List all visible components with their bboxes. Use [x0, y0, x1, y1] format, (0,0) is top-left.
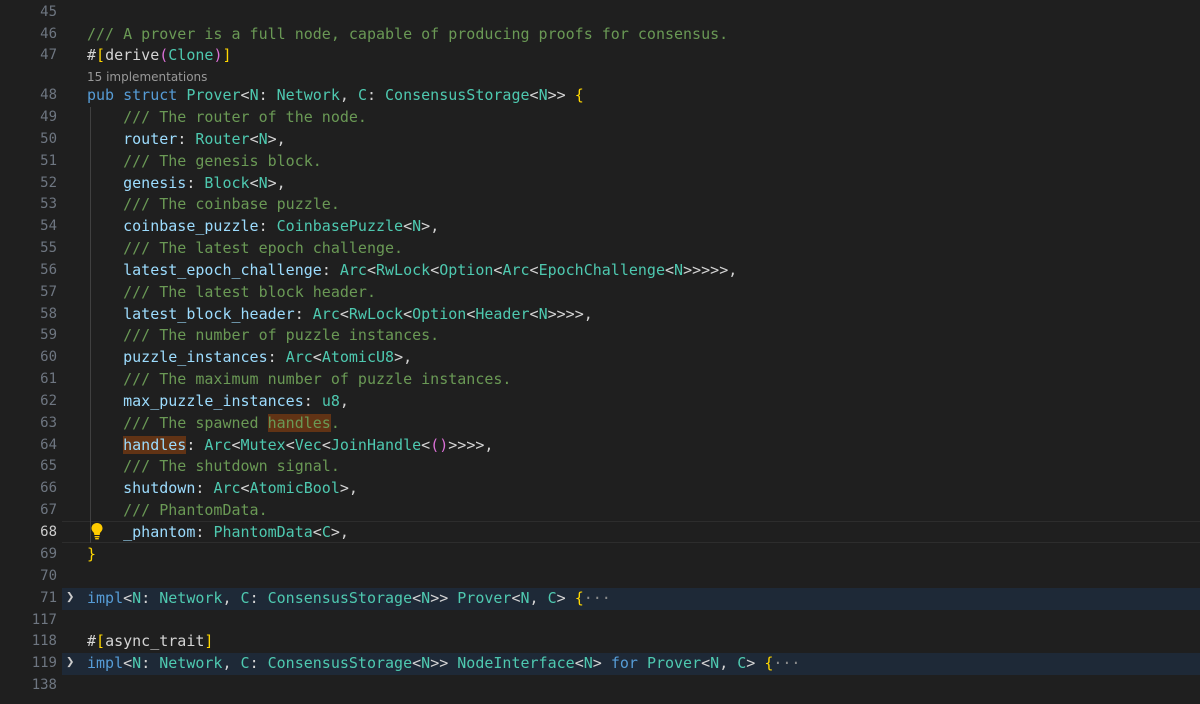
code-line[interactable]: shutdown: Arc<AtomicBool>,	[87, 479, 358, 497]
line-number: 50	[40, 131, 57, 147]
code-line[interactable]: #[async_trait]	[87, 632, 213, 650]
line-number: 46	[40, 26, 57, 42]
code-line[interactable]: max_puzzle_instances: u8,	[87, 392, 349, 410]
code-editor[interactable]: 45 46 47 48 49 50 51 52 53 54 55 56 57 5…	[0, 0, 1200, 704]
line-number: 54	[40, 218, 57, 234]
code-line[interactable]: latest_epoch_challenge: Arc<RwLock<Optio…	[87, 261, 737, 279]
line-number: 69	[40, 546, 57, 562]
code-line[interactable]: /// The latest block header.	[87, 283, 376, 301]
line-number: 119	[31, 655, 57, 671]
code-line[interactable]: handles: Arc<Mutex<Vec<JoinHandle<()>>>>…	[87, 436, 493, 454]
line-number: 45	[40, 4, 57, 20]
code-line[interactable]: /// The spawned handles.	[87, 414, 340, 432]
line-number: 52	[40, 175, 57, 191]
line-number: 60	[40, 349, 57, 365]
code-line[interactable]: /// The number of puzzle instances.	[87, 326, 439, 344]
line-number: 57	[40, 284, 57, 300]
code-line[interactable]: genesis: Block<N>,	[87, 174, 286, 192]
line-number: 118	[31, 633, 57, 649]
chevron-right-icon[interactable]: ❯	[66, 589, 74, 605]
code-line[interactable]: latest_block_header: Arc<RwLock<Option<H…	[87, 305, 593, 323]
indent-guide	[90, 107, 91, 543]
line-number: 67	[40, 502, 57, 518]
line-number: 71	[40, 590, 57, 606]
codelens-implementations[interactable]: 15 implementations	[87, 70, 207, 84]
line-number: 48	[40, 87, 57, 103]
line-number: 117	[31, 612, 57, 628]
line-number: 47	[40, 47, 57, 63]
line-number-active: 68	[40, 524, 57, 540]
line-number: 59	[40, 327, 57, 343]
line-number: 53	[40, 196, 57, 212]
code-line-folded[interactable]: impl<N: Network, C: ConsensusStorage<N>>…	[87, 654, 800, 672]
code-line[interactable]: #[derive(Clone)]	[87, 46, 232, 64]
line-number: 66	[40, 480, 57, 496]
code-line[interactable]: pub struct Prover<N: Network, C: Consens…	[87, 86, 584, 104]
line-number: 65	[40, 458, 57, 474]
code-line[interactable]: /// The maximum number of puzzle instanc…	[87, 370, 511, 388]
code-line-folded[interactable]: impl<N: Network, C: ConsensusStorage<N>>…	[87, 589, 611, 607]
line-number: 55	[40, 240, 57, 256]
code-line[interactable]: /// The latest epoch challenge.	[87, 239, 403, 257]
line-number: 62	[40, 393, 57, 409]
line-number: 61	[40, 371, 57, 387]
line-number: 138	[31, 677, 57, 693]
code-line[interactable]: puzzle_instances: Arc<AtomicU8>,	[87, 348, 412, 366]
line-number: 63	[40, 415, 57, 431]
code-line[interactable]: coinbase_puzzle: CoinbasePuzzle<N>,	[87, 217, 439, 235]
code-line[interactable]: router: Router<N>,	[87, 130, 286, 148]
code-line[interactable]: }	[87, 545, 96, 563]
code-line[interactable]: _phantom: PhantomData<C>,	[87, 523, 349, 541]
code-line[interactable]: /// The genesis block.	[87, 152, 322, 170]
line-number: 56	[40, 262, 57, 278]
code-line[interactable]: /// A prover is a full node, capable of …	[87, 25, 728, 43]
code-line[interactable]: /// The shutdown signal.	[87, 457, 340, 475]
line-number: 70	[40, 568, 57, 584]
code-line[interactable]: /// PhantomData.	[87, 501, 268, 519]
line-number: 64	[40, 437, 57, 453]
code-line[interactable]: /// The router of the node.	[87, 108, 367, 126]
line-number: 51	[40, 153, 57, 169]
line-number: 58	[40, 306, 57, 322]
code-line[interactable]: /// The coinbase puzzle.	[87, 195, 340, 213]
chevron-right-icon[interactable]: ❯	[66, 654, 74, 670]
line-number: 49	[40, 109, 57, 125]
